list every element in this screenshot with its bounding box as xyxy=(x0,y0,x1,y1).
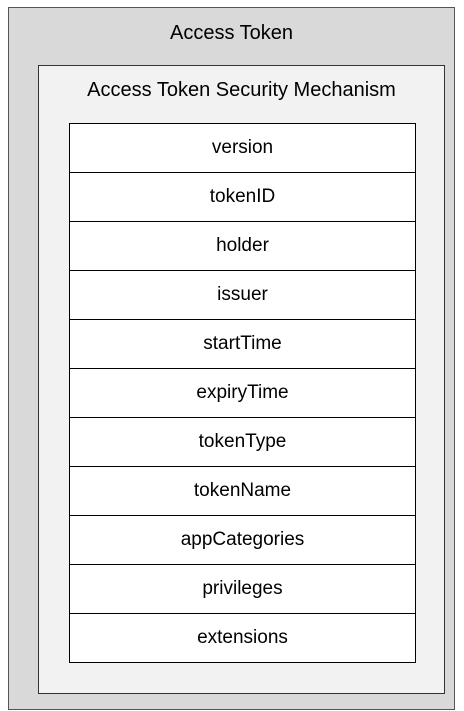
field-list: version tokenID holder issuer startTime … xyxy=(69,123,416,663)
field-row-token-type: tokenType xyxy=(70,418,415,467)
security-mechanism-title: Access Token Security Mechanism xyxy=(87,79,396,101)
field-row-token-id: tokenID xyxy=(70,173,415,222)
field-row-start-time: startTime xyxy=(70,320,415,369)
access-token-container: Access Token Access Token Security Mecha… xyxy=(8,7,455,710)
field-row-extensions: extensions xyxy=(197,627,288,648)
field-row-holder: holder xyxy=(70,222,415,271)
access-token-title: Access Token xyxy=(169,22,294,44)
field-row-issuer: issuer xyxy=(70,271,415,320)
security-mechanism-container: Access Token Security Mechanism version … xyxy=(38,65,445,694)
field-row-app-categories: appCategories xyxy=(70,516,415,565)
field-row-expiry-time: expiryTime xyxy=(70,369,415,418)
field-row-token-name: tokenName xyxy=(70,467,415,516)
field-row-version: version xyxy=(70,124,415,173)
field-row-privileges: privileges xyxy=(70,565,415,614)
